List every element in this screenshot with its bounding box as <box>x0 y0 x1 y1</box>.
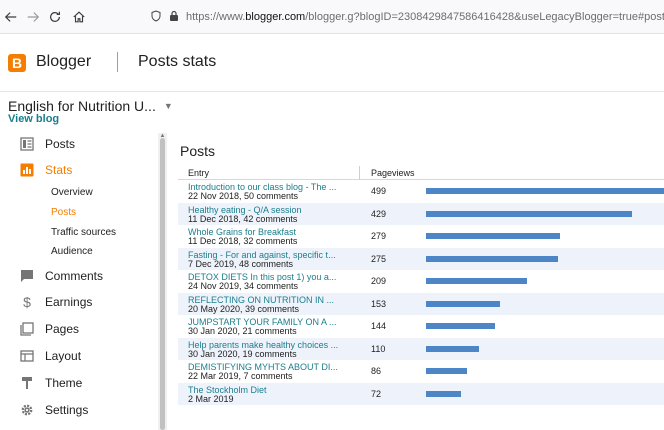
page-title: Posts stats <box>138 53 217 70</box>
pages-icon <box>20 322 34 336</box>
pageviews-value: 86 <box>371 366 382 376</box>
post-meta: 30 Jan 2020, 19 comments <box>188 348 297 359</box>
sidebar-item-posts[interactable]: Posts <box>0 133 150 155</box>
blog-selector[interactable]: English for Nutrition U... ▼ <box>8 98 173 114</box>
sidebar-subitem-posts[interactable]: Posts <box>51 207 76 221</box>
section-title: Posts <box>180 143 216 159</box>
reload-icon <box>50 11 60 22</box>
pageviews-bar <box>426 188 664 194</box>
pageviews-value: 153 <box>371 298 387 309</box>
main-content: Posts Entry Pageviews Introduction to ou… <box>168 130 664 430</box>
pageviews-value: 279 <box>371 231 387 241</box>
table-header: Entry Pageviews <box>178 166 664 180</box>
table-row: Fasting - For and against, specific t...… <box>178 247 664 270</box>
sidebar-subitem-audience[interactable]: Audience <box>51 246 93 260</box>
pageviews-bar <box>426 345 479 352</box>
pageviews-value: 209 <box>371 276 387 286</box>
table-row: Whole Grains for Breakfast 11 Dec 2018, 3… <box>178 225 664 248</box>
shield-icon <box>150 10 162 24</box>
post-meta: 2 Mar 2019 <box>188 393 234 404</box>
column-header-entry: Entry <box>188 168 210 178</box>
sidebar-subitem-traffic-sources[interactable]: Traffic sources <box>51 227 116 241</box>
post-meta: 11 Dec 2018, 32 comments <box>188 236 298 246</box>
caret-down-icon: ▼ <box>163 101 173 111</box>
browser-toolbar: https://www.blogger.com/blogger.g?blogID… <box>0 0 664 34</box>
column-divider <box>359 166 360 180</box>
arrow-left-icon <box>4 12 17 22</box>
reload-button[interactable] <box>44 5 66 29</box>
sidebar-item-comments[interactable]: Comments <box>0 265 150 287</box>
pageviews-value: 144 <box>371 321 387 331</box>
sidebar-item-earnings[interactable]: $ Earnings <box>0 291 150 313</box>
forward-button[interactable] <box>22 5 44 29</box>
table-row: The Stockholm Diet 2 Mar 2019 72 <box>178 382 664 405</box>
arrow-right-icon <box>27 12 40 22</box>
stats-icon <box>20 163 34 177</box>
comment-icon <box>20 269 34 283</box>
sidebar-item-pages[interactable]: Pages <box>0 318 150 340</box>
pageviews-bar <box>426 368 467 374</box>
table-row: Help parents make healthy choices ... 30 … <box>178 337 664 360</box>
posts-icon <box>20 137 34 151</box>
post-meta: 20 May 2020, 39 comments <box>188 303 300 314</box>
blog-name: English for Nutrition U... <box>8 98 156 114</box>
post-meta: 24 Nov 2019, 34 comments <box>188 281 299 291</box>
sidebar-subitem-overview[interactable]: Overview <box>51 187 93 201</box>
table-row: JUMPSTART YOUR FAMILY ON A ... 30 Jan 202… <box>178 315 664 338</box>
sidebar-item-layout[interactable]: Layout <box>0 345 150 367</box>
post-meta: 22 Nov 2018, 50 comments <box>188 191 299 201</box>
table-row: DEMISTIFYING MYHTS ABOUT DI... 22 Mar 201… <box>178 360 664 383</box>
table-body: Introduction to our class blog - The ...… <box>178 180 664 405</box>
header-divider <box>117 52 118 72</box>
sidebar-scrollbar-thumb[interactable] <box>160 138 165 430</box>
pageviews-bar <box>426 323 495 329</box>
dollar-icon: $ <box>23 294 31 310</box>
table-row: DETOX DIETS In this post 1) you a... 24 N… <box>178 270 664 293</box>
post-meta: 7 Dec 2019, 48 comments <box>188 258 294 269</box>
pageviews-bar <box>426 233 560 239</box>
theme-icon <box>20 376 34 390</box>
sidebar: Posts Stats Overview Posts Traffic sourc… <box>0 130 160 430</box>
table-row: Healthy eating - Q/A session 11 Dec 2018,… <box>178 202 664 225</box>
app-header: B Blogger Posts stats <box>0 34 664 92</box>
post-meta: 30 Jan 2020, 21 comments <box>188 326 297 336</box>
table-row: Introduction to our class blog - The ...… <box>178 180 664 203</box>
back-button[interactable] <box>0 5 22 29</box>
address-bar[interactable]: https://www.blogger.com/blogger.g?blogID… <box>150 6 664 28</box>
pageviews-value: 110 <box>371 343 386 354</box>
posts-stats-table: Entry Pageviews Introduction to our clas… <box>178 166 664 405</box>
blogger-logo[interactable]: B <box>8 54 26 72</box>
post-meta: 11 Dec 2018, 42 comments <box>188 213 298 224</box>
home-icon <box>73 11 85 23</box>
column-header-pageviews: Pageviews <box>371 168 415 178</box>
layout-icon <box>20 349 34 363</box>
post-meta: 22 Mar 2019, 7 comments <box>188 371 293 381</box>
pageviews-bar <box>426 255 558 262</box>
pageviews-bar <box>426 278 527 284</box>
sidebar-item-theme[interactable]: Theme <box>0 372 150 394</box>
app-name[interactable]: Blogger <box>36 53 91 71</box>
pageviews-bar <box>426 210 632 217</box>
home-button[interactable] <box>68 5 90 29</box>
view-blog-link[interactable]: View blog <box>8 113 59 125</box>
pageviews-value: 499 <box>371 186 387 196</box>
table-row: REFLECTING ON NUTRITION IN ... 20 May 202… <box>178 292 664 315</box>
pageviews-bar <box>426 300 500 307</box>
sidebar-item-stats[interactable]: Stats <box>0 159 150 181</box>
lock-icon <box>168 10 180 24</box>
pageviews-value: 275 <box>371 253 387 264</box>
url-text: https://www.blogger.com/blogger.g?blogID… <box>186 11 664 23</box>
gear-icon <box>20 403 34 417</box>
sidebar-item-settings[interactable]: Settings <box>0 399 150 421</box>
pageviews-value: 72 <box>371 388 382 399</box>
scroll-up-icon[interactable]: ▲ <box>159 133 166 139</box>
pageviews-value: 429 <box>371 208 387 219</box>
pageviews-bar <box>426 390 461 397</box>
